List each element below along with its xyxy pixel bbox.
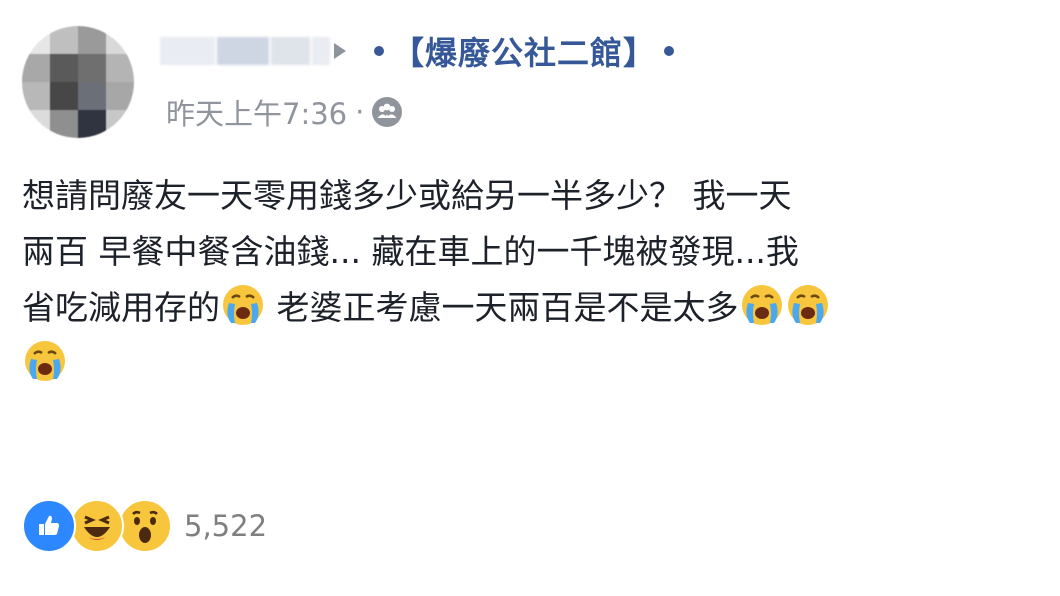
group-dot-icon	[374, 46, 384, 56]
post-content: 想請問廢友一天零用錢多少或給另一半多少？ 我一天 兩百 早餐中餐含油錢... 藏…	[22, 168, 1022, 392]
reactions-summary[interactable]: 5,522	[22, 499, 267, 553]
post-text-line: 兩百 早餐中餐含油錢... 藏在車上的一千塊被發現...我	[22, 232, 799, 271]
group-name-link[interactable]: 【爆廢公社二館】	[392, 28, 656, 74]
post-text-segment: 省吃減用存的	[22, 288, 220, 327]
post-text-line: 省吃減用存的 老婆正考慮一天兩百是不是太多	[22, 280, 1022, 336]
reaction-count[interactable]: 5,522	[184, 509, 267, 543]
post-timestamp[interactable]: 昨天上午7:36	[166, 91, 347, 133]
post-meta: 昨天上午7:36 ·	[166, 91, 403, 133]
crying-face-emoji-icon	[25, 341, 65, 381]
like-icon-glyph	[39, 515, 59, 535]
friends-icon-glyph	[375, 100, 400, 124]
wow-icon	[118, 499, 172, 553]
post-text-line: 想請問廢友一天零用錢多少或給另一半多少？ 我一天	[22, 176, 792, 215]
post-text-segment: 老婆正考慮一天兩百是不是太多	[266, 288, 739, 327]
crying-face-emoji-icon	[787, 285, 828, 325]
crying-face-emoji-icon	[741, 285, 782, 325]
group-dot-icon	[664, 46, 675, 56]
like-icon	[22, 499, 76, 553]
right-arrow-icon	[334, 43, 346, 59]
haha-icon	[70, 499, 124, 553]
crying-face-emoji-icon	[223, 285, 263, 325]
meta-separator: ·	[355, 95, 365, 129]
haha-icon-glyph	[75, 504, 119, 548]
wow-icon-glyph	[123, 504, 167, 548]
author-avatar[interactable]	[22, 26, 134, 138]
author-name[interactable]	[160, 35, 330, 67]
post-text-line	[22, 336, 1022, 392]
friends-icon[interactable]	[372, 97, 403, 127]
post-header: 【爆廢公社二館】	[160, 28, 675, 74]
